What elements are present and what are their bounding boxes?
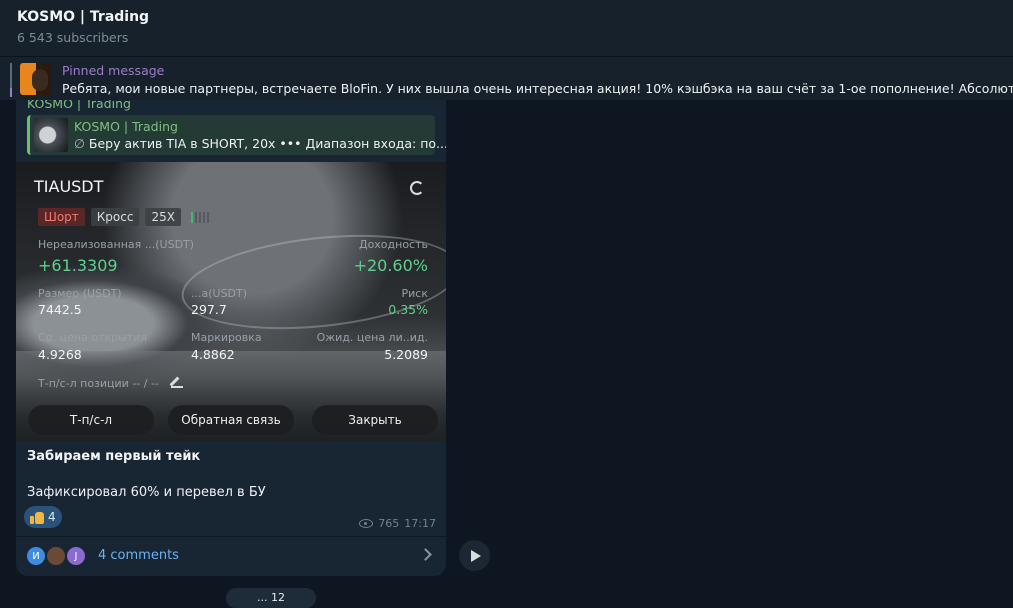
- reaction-thumbs-up[interactable]: 4: [24, 506, 62, 528]
- reply-text: ∅ Беру актив TIA в SHORT, 20x ••• Диапаз…: [74, 136, 446, 151]
- tag-short: Шорт: [38, 208, 85, 226]
- liq-price-label: Ожид. цена ли..ид.: [316, 331, 428, 344]
- reply-text-content: Беру актив TIA в SHORT, 20x ••• Диапазон…: [88, 136, 446, 151]
- trade-tags: Шорт Кросс 25X: [38, 208, 209, 226]
- yield-label: Доходность: [358, 238, 428, 251]
- post-meta: 765 17:17: [359, 517, 436, 530]
- thumbs-up-icon: [30, 511, 44, 524]
- channel-title: KOSMO | Trading: [17, 9, 150, 25]
- reply-icon: ∅: [74, 136, 85, 151]
- yield-value: +20.60%: [353, 256, 428, 275]
- tag-cross: Кросс: [90, 208, 140, 226]
- post-time: 17:17: [404, 517, 436, 530]
- tpsl-button: Т-п/с-л: [28, 405, 154, 435]
- date-pill: ... 12: [226, 588, 316, 608]
- caption-body: Зафиксировал 60% и перевел в БУ: [27, 485, 266, 500]
- post-author[interactable]: KOSMO | Trading: [27, 100, 131, 111]
- tag-leverage: 25X: [145, 208, 181, 226]
- risk-label: Риск: [401, 287, 428, 300]
- pinned-label: Pinned message: [62, 63, 165, 78]
- size-label: Размер (USDT): [38, 287, 122, 300]
- trade-symbol: TIAUSDT: [34, 177, 104, 196]
- open-price-value: 4.9268: [38, 347, 82, 362]
- avatar: J: [65, 545, 87, 567]
- reply-thumbnail: [34, 118, 68, 152]
- avatar: И: [25, 545, 47, 567]
- share-icon: [471, 549, 481, 562]
- view-count: 765: [378, 517, 400, 530]
- caption-title: Забираем первый тейк: [27, 449, 201, 464]
- comments-label: 4 comments: [98, 548, 179, 563]
- close-button: Закрыть: [312, 405, 438, 435]
- feedback-button: Обратная связь: [168, 405, 294, 435]
- pinned-thumbnail: [20, 63, 52, 95]
- reaction-count: 4: [48, 510, 56, 524]
- reply-title: KOSMO | Trading: [74, 119, 178, 134]
- trade-screenshot[interactable]: TIAUSDT Шорт Кросс 25X Нереализованная .…: [16, 162, 446, 441]
- size-value: 7442.5: [38, 302, 82, 317]
- pinned-indicator: [10, 63, 12, 97]
- margin-value: 297.7: [191, 302, 227, 317]
- chevron-right-icon: [419, 548, 432, 561]
- pinned-text: Ребята, мои новые партнеры, встречаете B…: [62, 81, 1013, 96]
- channel-post[interactable]: KOSMO | Trading KOSMO | Trading ∅ Беру а…: [16, 100, 446, 576]
- mark-price-label: Маркировка: [191, 331, 262, 344]
- unrealized-label: Нереализованная ...(USDT): [38, 238, 195, 251]
- pinned-message-bar[interactable]: Pinned message Ребята, мои новые партнер…: [0, 56, 1013, 100]
- liq-price-value: 5.2089: [384, 347, 428, 362]
- share-button[interactable]: [459, 540, 490, 571]
- mark-price-value: 4.8862: [191, 347, 235, 362]
- leverage-meter: [190, 208, 209, 226]
- refresh-icon: [410, 181, 424, 195]
- avatar: [45, 545, 67, 567]
- open-price-label: Ср. цена открытия: [38, 331, 147, 344]
- margin-label: ...а(USDT): [191, 287, 248, 300]
- comments-button[interactable]: И J 4 comments: [16, 537, 446, 576]
- unrealized-value: +61.3309: [38, 256, 118, 275]
- eye-icon: [359, 519, 374, 528]
- pencil-icon: [171, 376, 183, 388]
- subscriber-count: 6 543 subscribers: [17, 30, 129, 45]
- channel-header[interactable]: KOSMO | Trading 6 543 subscribers: [0, 0, 1013, 56]
- tpsl-label: Т-п/с-л позиции -- / --: [38, 377, 159, 390]
- risk-value: 0.35%: [388, 302, 428, 317]
- reply-preview[interactable]: KOSMO | Trading ∅ Беру актив TIA в SHORT…: [27, 115, 446, 155]
